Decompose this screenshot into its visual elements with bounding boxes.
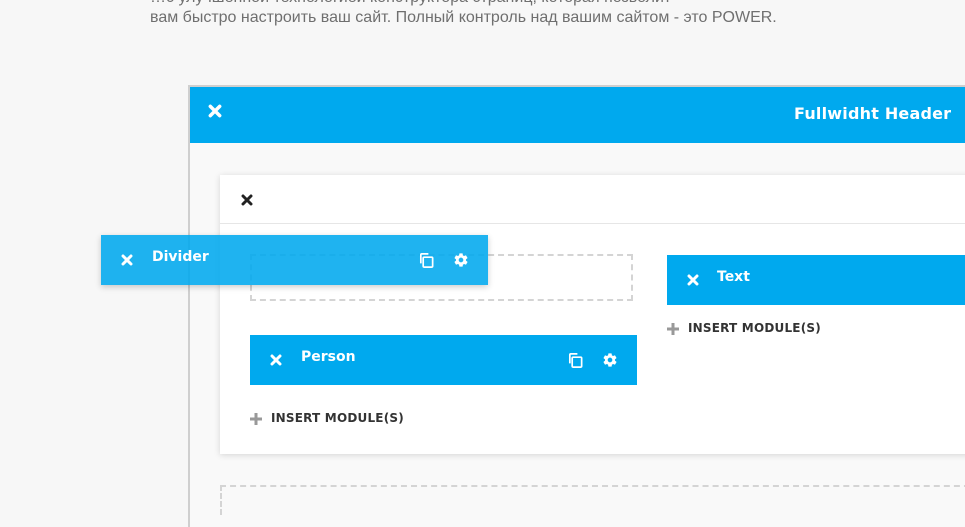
module-label: Divider [152, 249, 209, 265]
gear-icon[interactable] [453, 252, 469, 268]
close-icon[interactable] [121, 254, 133, 266]
copy-icon[interactable] [567, 352, 584, 369]
module-label: Text [717, 269, 750, 285]
intro-line-2: вам быстро настроить ваш сайт. Полный ко… [150, 9, 777, 26]
insert-module-label: INSERT MODULE(S) [688, 321, 821, 335]
module-text[interactable]: Text [667, 255, 965, 305]
close-icon[interactable] [687, 274, 699, 286]
plus-icon [250, 413, 262, 425]
row-toolbar [220, 175, 965, 224]
close-icon[interactable] [208, 104, 222, 118]
intro-line-1: …с улучшенной технологией конструктора с… [150, 0, 950, 8]
insert-module-label: INSERT MODULE(S) [271, 411, 404, 425]
next-row-placeholder [220, 485, 965, 515]
module-label: Person [301, 349, 356, 365]
section-header[interactable]: Fullwidht Header [190, 87, 965, 143]
plus-icon [667, 323, 679, 335]
section-title: Fullwidht Header [794, 104, 952, 123]
module-person[interactable]: Person [250, 335, 637, 385]
close-icon[interactable] [270, 354, 282, 366]
module-divider-dragging[interactable]: Divider [101, 235, 488, 285]
gear-icon[interactable] [602, 352, 618, 368]
copy-icon[interactable] [418, 252, 435, 269]
close-icon[interactable] [241, 194, 253, 206]
intro-text: …с улучшенной технологией конструктора с… [150, 0, 950, 28]
